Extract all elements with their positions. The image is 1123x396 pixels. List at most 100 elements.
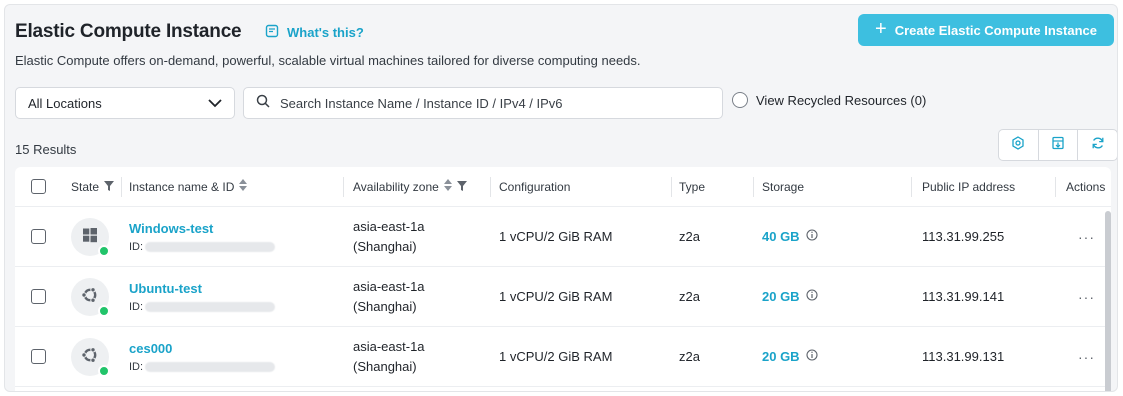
config-value: 1 vCPU/2 GiB RAM xyxy=(499,229,613,244)
filter-icon[interactable] xyxy=(456,180,467,194)
create-instance-button[interactable]: + Create Elastic Compute Instance xyxy=(858,14,1114,46)
storage-link[interactable]: 20 GB xyxy=(762,267,818,326)
ubuntu-icon xyxy=(81,346,99,367)
whats-this-label: What's this? xyxy=(287,25,364,40)
type-value: z2a xyxy=(679,229,700,244)
table-scrollbar[interactable] xyxy=(1105,211,1111,391)
refresh-button[interactable] xyxy=(1078,130,1117,160)
location-value: All Locations xyxy=(28,95,102,111)
instance-id: ID: xyxy=(129,361,276,373)
table-header: State Instance name & ID Availability zo… xyxy=(15,167,1111,207)
instance-panel: Elastic Compute Instance What's this? El… xyxy=(4,4,1118,392)
table-toolbar xyxy=(998,129,1117,161)
search-input[interactable] xyxy=(280,95,680,111)
create-instance-label: Create Elastic Compute Instance xyxy=(894,22,1097,38)
zone-line2: (Shanghai) xyxy=(353,358,417,374)
status-running-dot xyxy=(98,244,110,257)
column-name-label: Instance name & ID xyxy=(129,179,235,194)
status-running-dot xyxy=(98,304,110,317)
instance-id: ID: xyxy=(129,240,276,253)
column-zone-label: Availability zone xyxy=(353,179,439,194)
results-count: 15 Results xyxy=(15,142,77,157)
status-running-dot xyxy=(98,364,110,377)
instance-id: ID: xyxy=(129,300,276,313)
redacted-id xyxy=(145,301,276,312)
recycled-label: View Recycled Resources (0) xyxy=(756,92,927,108)
instance-id-label: ID: xyxy=(129,240,144,253)
column-storage: Storage xyxy=(762,167,804,206)
column-ip: Public IP address xyxy=(922,167,1015,206)
ip-value: 113.31.99.141 xyxy=(922,289,1005,304)
column-actions-label: Actions xyxy=(1066,179,1106,194)
column-config-label: Configuration xyxy=(499,179,571,194)
export-icon xyxy=(1051,136,1065,155)
more-actions-button[interactable]: ··· xyxy=(1078,327,1095,386)
info-icon[interactable] xyxy=(806,289,818,304)
instance-name-link[interactable]: ces000 xyxy=(129,341,172,356)
row-checkbox[interactable] xyxy=(31,349,46,364)
refresh-icon xyxy=(1091,136,1105,155)
zone-line2: (Shanghai) xyxy=(353,238,417,254)
more-actions-button[interactable]: ··· xyxy=(1078,207,1095,266)
storage-value: 20 GB xyxy=(762,289,800,304)
column-name[interactable]: Instance name & ID xyxy=(129,167,248,206)
info-icon[interactable] xyxy=(806,349,818,364)
sort-icon[interactable] xyxy=(443,179,452,194)
column-storage-label: Storage xyxy=(762,179,805,194)
sort-icon[interactable] xyxy=(239,179,248,194)
os-avatar xyxy=(71,337,110,377)
type-value: z2a xyxy=(679,349,700,364)
storage-link[interactable]: 40 GB xyxy=(762,207,818,266)
column-state-label: State xyxy=(71,179,100,194)
redacted-id xyxy=(145,361,276,372)
instance-id-label: ID: xyxy=(129,300,144,313)
config-value: 1 vCPU/2 GiB RAM xyxy=(499,289,613,304)
ubuntu-icon xyxy=(81,286,99,307)
column-config: Configuration xyxy=(499,167,570,206)
type-value: z2a xyxy=(679,289,700,304)
recycled-radio[interactable] xyxy=(732,92,748,108)
filter-icon[interactable] xyxy=(104,180,115,194)
instance-name-link[interactable]: Ubuntu-test xyxy=(129,281,202,296)
table-row[interactable]: ces000 ID: asia-east-1a (Shanghai) 1 vCP… xyxy=(15,327,1111,387)
config-value: 1 vCPU/2 GiB RAM xyxy=(499,349,613,364)
page-description: Elastic Compute offers on-demand, powerf… xyxy=(15,53,641,68)
recycled-toggle[interactable]: View Recycled Resources (0) xyxy=(732,92,926,108)
os-avatar xyxy=(71,277,110,317)
page-title: Elastic Compute Instance xyxy=(15,21,242,42)
row-checkbox[interactable] xyxy=(31,289,46,304)
row-checkbox[interactable] xyxy=(31,229,46,244)
more-actions-button[interactable]: ··· xyxy=(1078,267,1095,326)
ip-value: 113.31.99.131 xyxy=(922,349,1005,364)
storage-link[interactable]: 20 GB xyxy=(762,327,818,386)
select-all-checkbox[interactable] xyxy=(31,179,46,194)
windows-icon xyxy=(82,227,98,246)
plus-icon: + xyxy=(875,18,887,40)
table-row[interactable]: Windows-test ID: asia-east-1a (Shanghai)… xyxy=(15,207,1111,267)
column-type-label: Type xyxy=(679,179,706,194)
zone-line1: asia-east-1a xyxy=(353,338,425,354)
export-button[interactable] xyxy=(1039,130,1079,160)
instance-table: State Instance name & ID Availability zo… xyxy=(15,167,1111,391)
storage-value: 20 GB xyxy=(762,349,800,364)
column-type: Type xyxy=(679,167,705,206)
os-avatar xyxy=(71,217,110,257)
storage-value: 40 GB xyxy=(762,229,800,244)
zone-line1: asia-east-1a xyxy=(353,218,425,234)
zone-line1: asia-east-1a xyxy=(353,278,425,294)
redacted-id xyxy=(145,241,276,252)
column-zone[interactable]: Availability zone xyxy=(353,167,467,206)
search-icon xyxy=(256,94,270,113)
instance-name-link[interactable]: Windows-test xyxy=(129,221,213,236)
settings-icon xyxy=(1011,135,1025,155)
chevron-down-icon xyxy=(208,98,222,108)
column-state[interactable]: State xyxy=(71,167,115,206)
whats-this-link[interactable]: What's this? xyxy=(265,24,364,41)
column-ip-label: Public IP address xyxy=(922,179,1016,194)
location-select[interactable]: All Locations xyxy=(15,87,235,119)
table-row[interactable]: Ubuntu-test ID: asia-east-1a (Shanghai) … xyxy=(15,267,1111,327)
zone-line2: (Shanghai) xyxy=(353,298,417,314)
search-box[interactable] xyxy=(243,87,723,119)
info-icon[interactable] xyxy=(806,229,818,244)
settings-button[interactable] xyxy=(999,130,1039,160)
